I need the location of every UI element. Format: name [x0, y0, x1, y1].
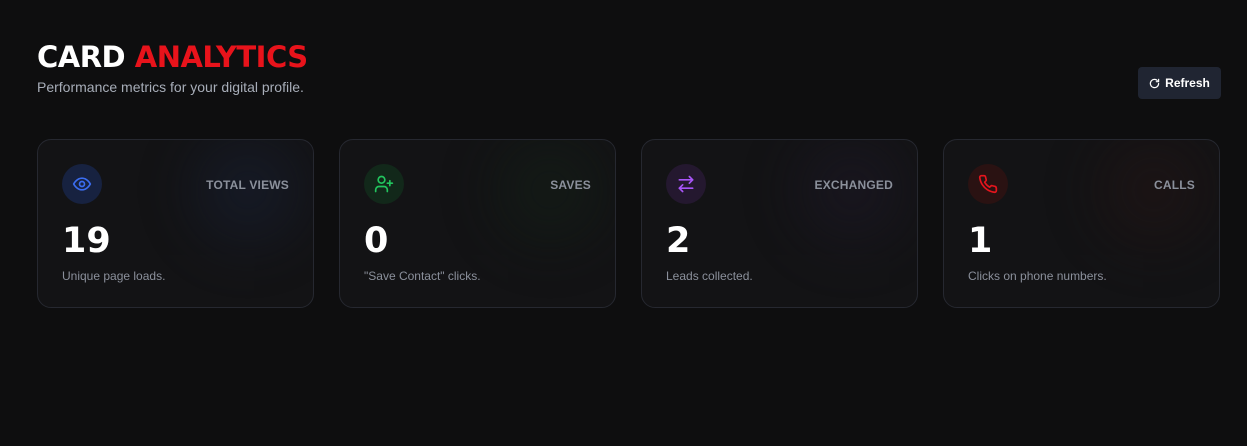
- metric-label: CALLS: [1154, 178, 1195, 192]
- card-glow: [757, 140, 917, 270]
- metric-description: Clicks on phone numbers.: [968, 269, 1107, 283]
- metric-value: 0: [364, 221, 389, 261]
- metric-label: EXCHANGED: [814, 178, 893, 192]
- phone-icon: [968, 164, 1008, 204]
- user-plus-icon: [364, 164, 404, 204]
- page-title-accent: ANALYTICS: [134, 40, 308, 74]
- metric-value: 2: [666, 221, 691, 261]
- metric-description: "Save Contact" clicks.: [364, 269, 481, 283]
- refresh-button[interactable]: Refresh: [1138, 67, 1221, 99]
- metric-value: 19: [62, 221, 111, 261]
- page-subtitle: Performance metrics for your digital pro…: [37, 79, 304, 95]
- metric-card-exchanged: EXCHANGED 2 Leads collected.: [641, 139, 918, 308]
- metric-card-calls: CALLS 1 Clicks on phone numbers.: [943, 139, 1220, 308]
- exchange-arrows-icon: [666, 164, 706, 204]
- metric-card-saves: SAVES 0 "Save Contact" clicks.: [339, 139, 616, 308]
- card-glow: [153, 140, 313, 270]
- page-title-main: CARD: [37, 40, 126, 74]
- metric-label: TOTAL VIEWS: [206, 178, 289, 192]
- metric-description: Leads collected.: [666, 269, 753, 283]
- page-header: CARD ANALYTICS Performance metrics for y…: [37, 40, 308, 95]
- refresh-icon: [1149, 78, 1160, 89]
- card-glow: [455, 140, 615, 270]
- refresh-button-label: Refresh: [1165, 76, 1210, 90]
- page-title: CARD ANALYTICS: [37, 40, 308, 74]
- metric-label: SAVES: [550, 178, 591, 192]
- metric-value: 1: [968, 221, 993, 261]
- eye-icon: [62, 164, 102, 204]
- metric-card-total-views: TOTAL VIEWS 19 Unique page loads.: [37, 139, 314, 308]
- metrics-cards: TOTAL VIEWS 19 Unique page loads. SAVES …: [37, 139, 1220, 308]
- card-glow: [1059, 140, 1219, 270]
- metric-description: Unique page loads.: [62, 269, 166, 283]
